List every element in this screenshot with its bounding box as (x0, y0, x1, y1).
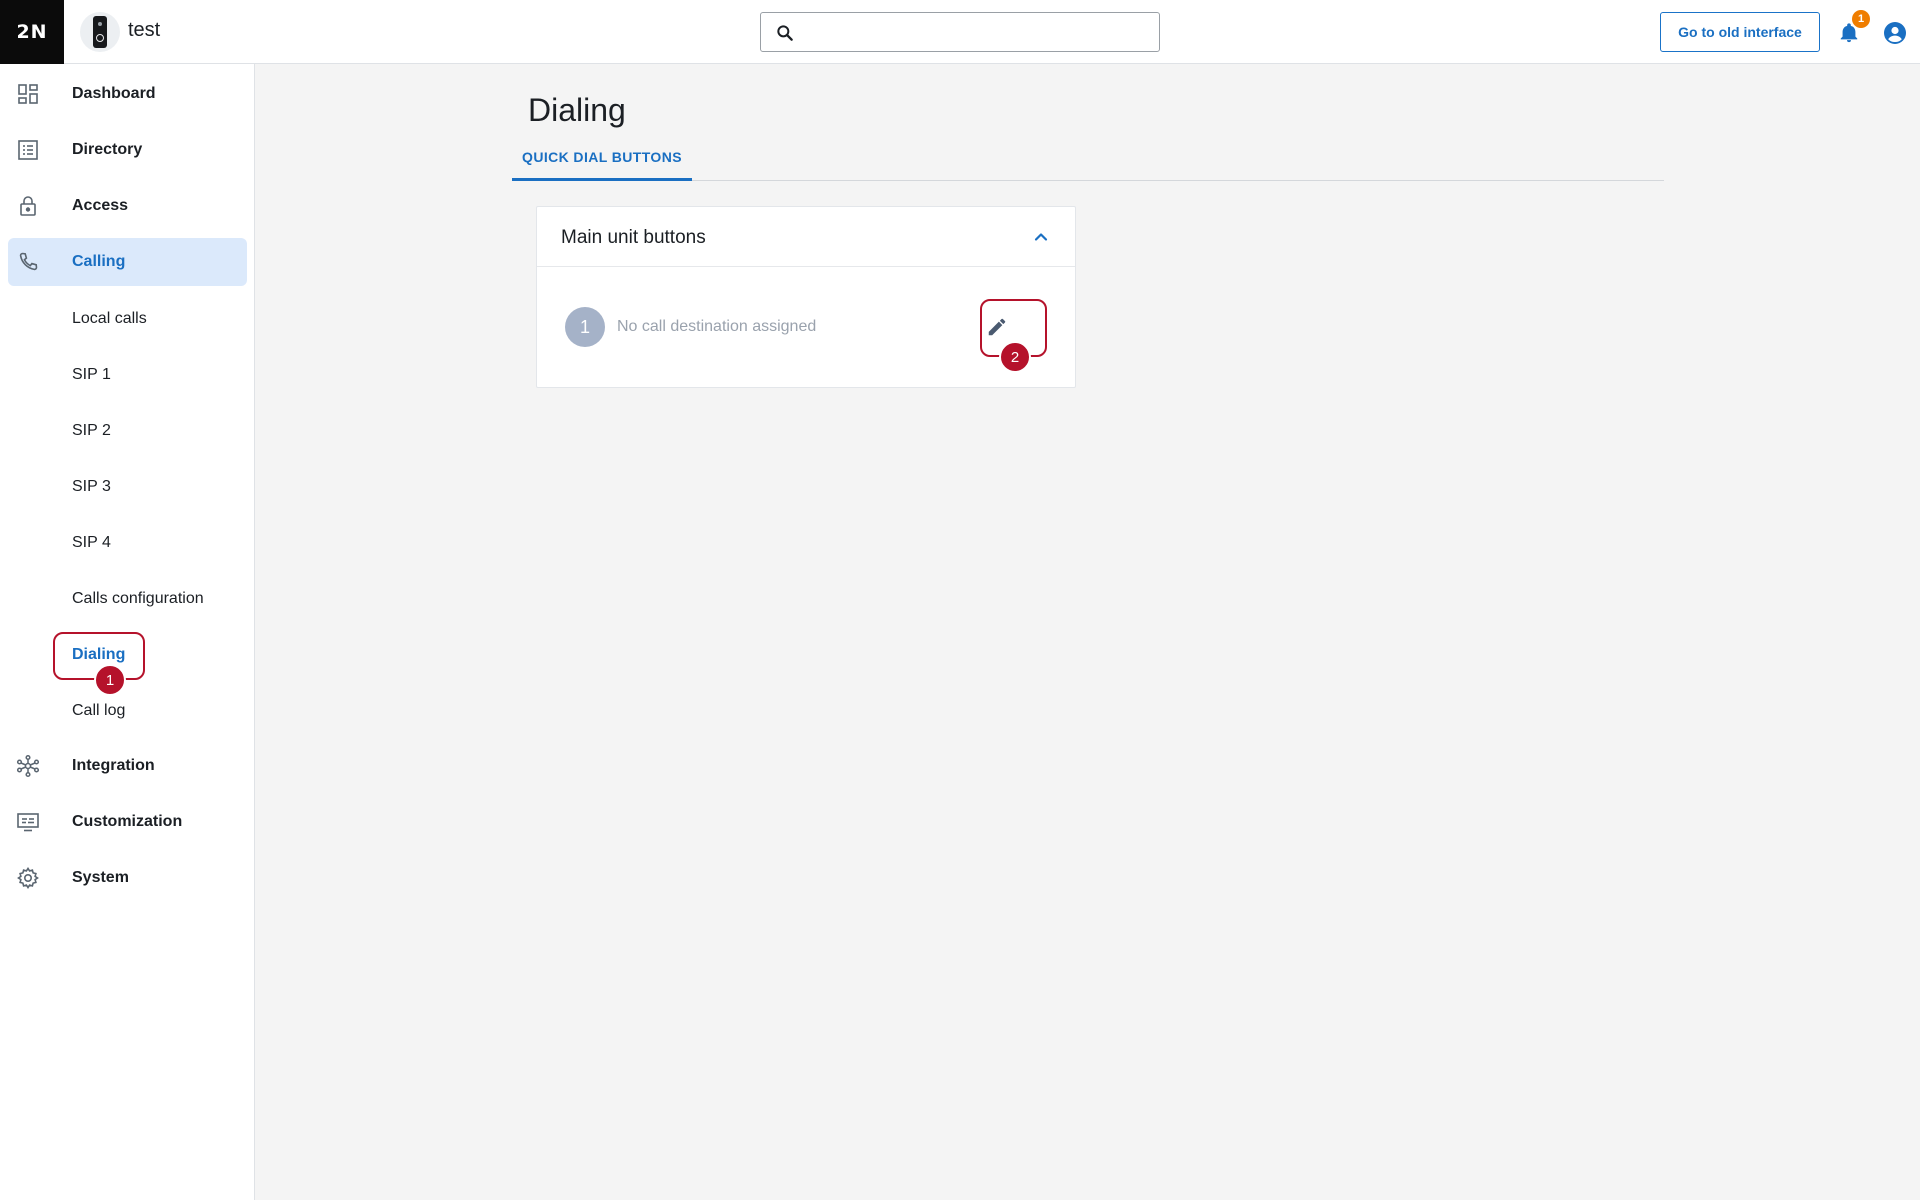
gear-icon (17, 867, 39, 889)
call-destination-text: No call destination assigned (617, 318, 817, 335)
search-input[interactable] (805, 19, 1145, 45)
tab-bar: QUICK DIAL BUTTONS (512, 136, 1664, 181)
page-title: Dialing (528, 92, 626, 128)
sidebar-subitem-sip-4[interactable]: SIP 4 (72, 534, 111, 552)
sidebar-item-access[interactable]: Access (8, 182, 247, 230)
intercom-device-icon (93, 16, 107, 48)
brand-logo[interactable]: 2N (0, 0, 64, 64)
sidebar-subitem-sip-3[interactable]: SIP 3 (72, 478, 111, 496)
sidebar-item-directory[interactable]: Directory (8, 126, 247, 174)
top-bar: 2N test Go to old interface 1 (0, 0, 1920, 64)
device-name: test (128, 19, 161, 41)
search-box[interactable] (760, 12, 1160, 52)
directory-icon (18, 140, 38, 160)
display-icon (17, 813, 39, 832)
sidebar-item-label: Access (72, 197, 129, 214)
device-avatar[interactable] (80, 12, 120, 52)
button-number-badge: 1 (565, 307, 605, 347)
sidebar-item-calling[interactable]: Calling (8, 238, 247, 286)
phone-icon (19, 252, 38, 271)
sidebar-item-label: Directory (72, 141, 143, 158)
network-icon (16, 754, 40, 778)
sidebar-item-customization[interactable]: Customization (8, 798, 247, 846)
sidebar-item-integration[interactable]: Integration (8, 742, 247, 790)
sidebar-item-label: System (72, 869, 129, 886)
sidebar-item-label: Customization (72, 813, 183, 830)
sidebar-subitem-sip-2[interactable]: SIP 2 (72, 422, 111, 440)
sidebar-subitem-local-calls[interactable]: Local calls (72, 310, 147, 328)
card-header[interactable]: Main unit buttons (537, 207, 1075, 267)
go-to-old-interface-button[interactable]: Go to old interface (1660, 12, 1820, 52)
sidebar-item-system[interactable]: System (8, 854, 247, 902)
main-unit-buttons-card: Main unit buttons 1 No call destination … (536, 206, 1076, 388)
callout-number-badge: 1 (94, 664, 126, 696)
sidebar-subitem-sip-1[interactable]: SIP 1 (72, 366, 111, 384)
callout-number-badge: 2 (999, 341, 1031, 373)
sidebar-item-label: Dashboard (72, 85, 156, 102)
sidebar-item-dashboard[interactable]: Dashboard (8, 70, 247, 118)
sidebar-subitem-call-log[interactable]: Call log (72, 702, 125, 720)
sidebar-item-label: Integration (72, 757, 155, 774)
lock-icon (20, 196, 36, 216)
user-account-icon[interactable] (1883, 21, 1907, 45)
sidebar-subitem-calls-configuration[interactable]: Calls configuration (72, 590, 204, 608)
chevron-up-icon[interactable] (1031, 227, 1051, 247)
notification-count-badge: 1 (1852, 10, 1870, 28)
card-title: Main unit buttons (561, 227, 706, 248)
dashboard-icon (18, 84, 38, 104)
search-icon (777, 25, 793, 41)
tab-quick-dial-buttons[interactable]: QUICK DIAL BUTTONS (512, 136, 692, 181)
sidebar-item-label: Calling (72, 253, 126, 270)
